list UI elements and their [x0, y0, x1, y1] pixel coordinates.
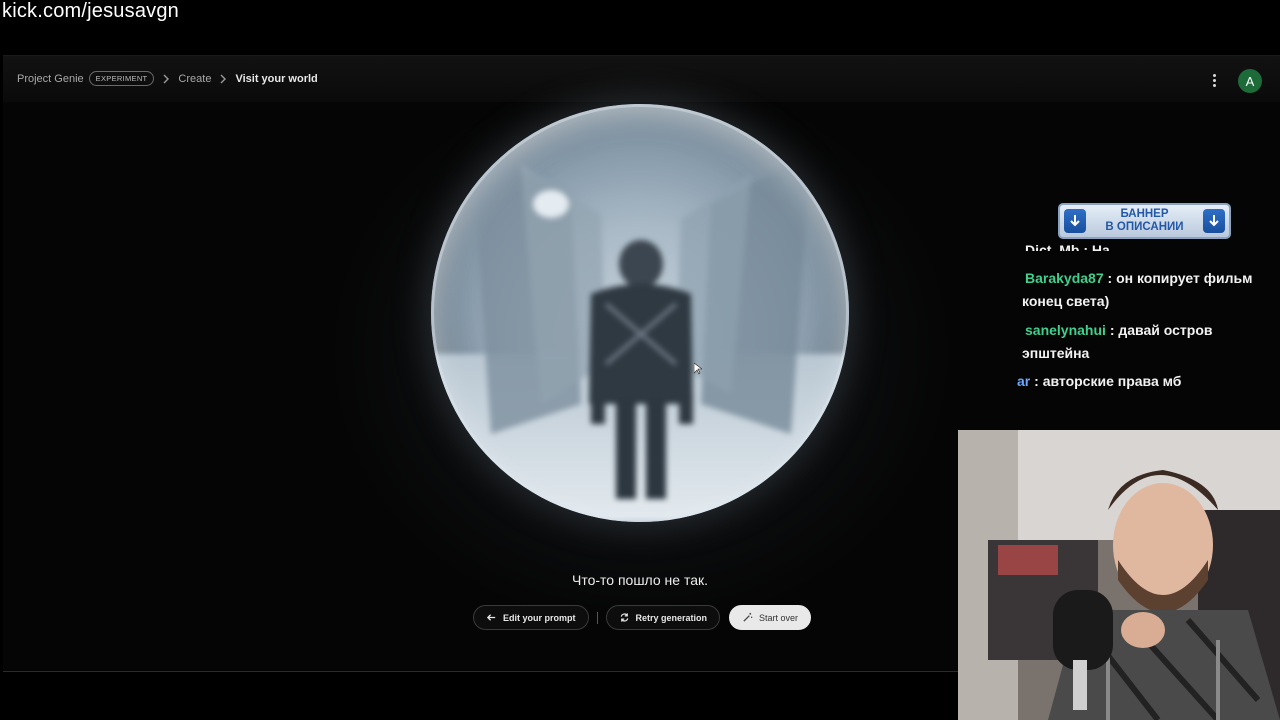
avatar[interactable]: A [1238, 69, 1262, 93]
chat-message: sanelynahui : давай остров эпштейна [1022, 322, 1213, 361]
arrow-down-icon [1202, 209, 1225, 233]
banner-line-2: В ОПИСАНИИ [1105, 221, 1184, 233]
stream-url-text: kick.com/jesusavgn [2, 0, 179, 22]
arrow-left-icon [486, 614, 496, 621]
retry-generation-button[interactable]: Retry generation [605, 605, 721, 630]
more-vert-icon[interactable] [1208, 71, 1220, 89]
action-buttons: Edit your prompt Retry generation Start … [473, 605, 812, 630]
chat-cut-line: Dict_Mb : Ha [1025, 242, 1110, 251]
magic-wand-icon [743, 612, 753, 622]
world-preview-orb [431, 104, 849, 522]
mouse-cursor-icon [694, 363, 702, 375]
retry-generation-label: Retry generation [635, 612, 708, 623]
divider [596, 611, 598, 624]
chat-username: Barakyda87 [1025, 270, 1104, 286]
start-over-label: Start over [759, 612, 799, 623]
breadcrumb-create[interactable]: Create [178, 73, 211, 85]
start-over-button[interactable]: Start over [729, 605, 812, 630]
banner-line-1: БАННЕР [1120, 208, 1169, 220]
screen: kick.com/jesusavgn Project Genie EXPERIM… [0, 0, 1280, 720]
arrow-down-icon [1064, 209, 1086, 233]
chevron-right-icon [162, 74, 170, 84]
banner-text: БАННЕР В ОПИСАНИИ [1105, 208, 1183, 234]
promo-banner: БАННЕР В ОПИСАНИИ [1058, 203, 1231, 239]
chat-username: sanelynahui [1025, 322, 1106, 338]
refresh-icon [620, 613, 628, 622]
breadcrumb: Project Genie EXPERIMENT Create Visit yo… [17, 71, 318, 86]
webcam-feed [958, 430, 1280, 720]
edit-prompt-button[interactable]: Edit your prompt [473, 605, 589, 630]
chat-username: ar [1017, 373, 1031, 389]
chevron-right-icon [219, 74, 227, 84]
breadcrumb-visit-your-world: Visit your world [235, 72, 318, 85]
chat-message: ar : авторские права мб [1017, 373, 1182, 389]
experiment-badge: EXPERIMENT [88, 71, 155, 86]
chat-text: авторские права мб [1042, 373, 1182, 389]
edit-prompt-label: Edit your prompt [503, 612, 576, 623]
chat-message: Barakyda87 : он копирует фильм конец све… [1022, 270, 1253, 309]
breadcrumb-project-genie[interactable]: Project Genie [17, 73, 84, 85]
